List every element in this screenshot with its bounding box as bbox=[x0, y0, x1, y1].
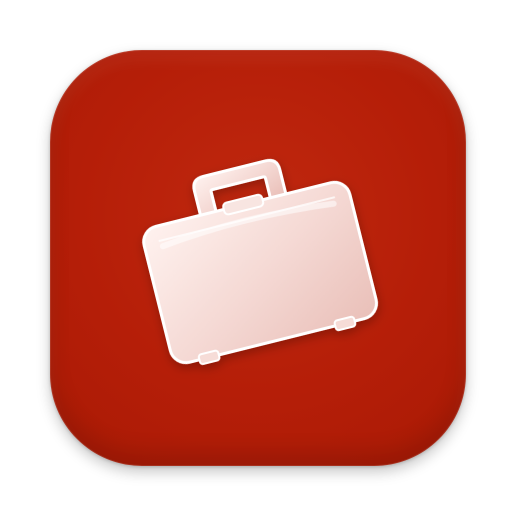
briefcase-icon bbox=[142, 158, 379, 365]
icon-canvas bbox=[0, 0, 512, 512]
